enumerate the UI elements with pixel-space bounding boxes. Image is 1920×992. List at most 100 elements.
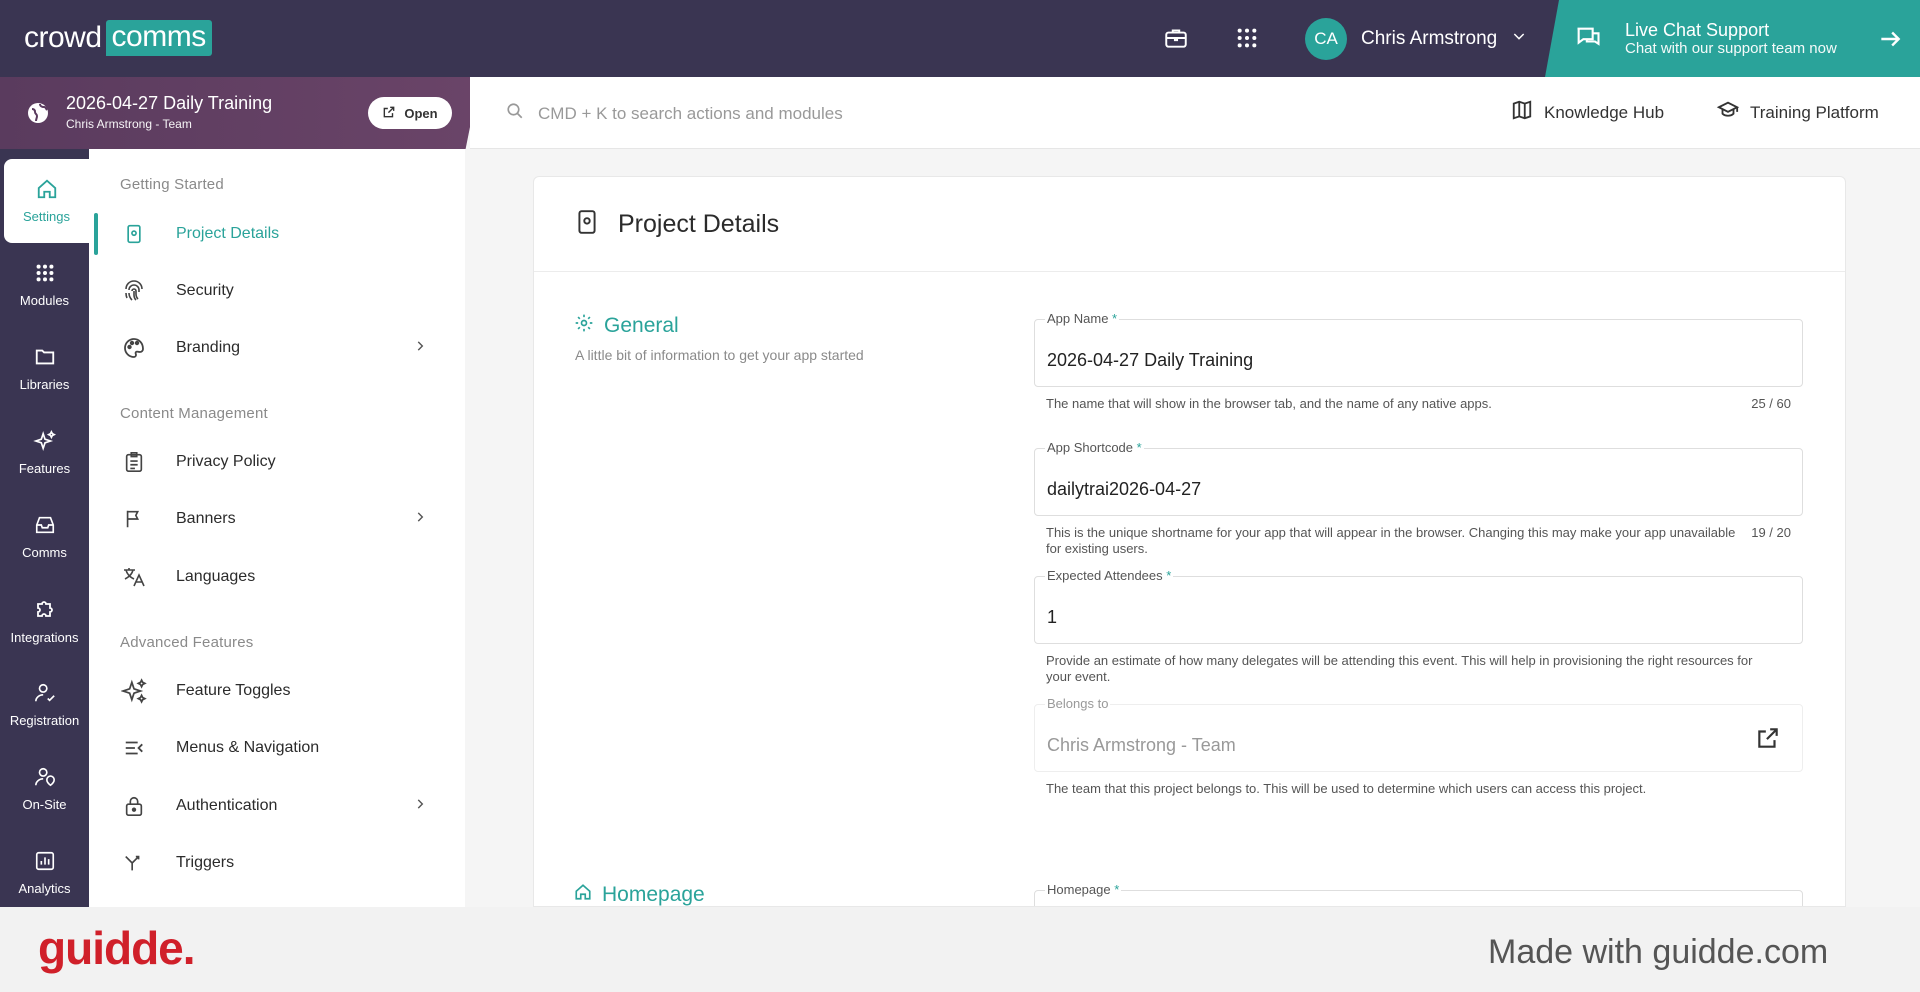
training-platform-label: Training Platform xyxy=(1750,102,1879,122)
nav-label: Modules xyxy=(19,293,70,308)
section-getting-started: Getting Started xyxy=(120,176,224,193)
expected-attendees-help: Provide an estimate of how many delegate… xyxy=(1046,653,1753,684)
page-title: Project Details xyxy=(618,209,780,238)
nav-label: Registration xyxy=(9,713,80,728)
knowledge-hub-label: Knowledge Hub xyxy=(1544,102,1665,122)
project-header: 2026-04-27 Daily Training Chris Armstron… xyxy=(0,77,480,149)
field-label: Belongs to xyxy=(1045,696,1111,711)
live-chat-subtitle: Chat with our support team now xyxy=(1625,40,1837,58)
user-check-icon xyxy=(33,682,57,707)
homepage-field[interactable]: Homepage * xyxy=(1034,882,1803,906)
app-name-field[interactable]: App Name * 2026-04-27 Daily Training xyxy=(1034,311,1803,387)
expected-attendees-field[interactable]: Expected Attendees * 1 xyxy=(1034,568,1803,644)
submenu-item-authentication[interactable]: Authentication xyxy=(89,781,465,831)
nav-label: Features xyxy=(18,461,71,476)
live-chat-title: Live Chat Support xyxy=(1625,19,1770,40)
sparkle-icon xyxy=(32,429,57,455)
project-details-card: Project Details General A little bit of … xyxy=(533,176,1846,907)
submenu-item-menus-navigation[interactable]: Menus & Navigation xyxy=(89,723,465,773)
home-icon xyxy=(574,883,592,906)
belongs-to-help: The team that this project belongs to. T… xyxy=(1046,781,1647,796)
fingerprint-icon xyxy=(121,278,147,304)
submenu-label: Feature Toggles xyxy=(176,682,291,699)
palette-icon xyxy=(121,335,147,361)
nav-features[interactable]: Features xyxy=(0,411,89,495)
guidde-logo: guidde. xyxy=(38,922,196,974)
app-name-counter: 25 / 60 xyxy=(1751,396,1791,411)
user-name: Chris Armstrong xyxy=(1361,28,1498,49)
expected-attendees-input[interactable]: 1 xyxy=(1047,607,1057,628)
chat-icon xyxy=(1573,24,1603,57)
chevron-down-icon xyxy=(1511,28,1527,50)
chevron-right-icon xyxy=(413,510,427,529)
training-platform-link[interactable]: Training Platform xyxy=(1716,99,1879,126)
search-placeholder: CMD + K to search actions and modules xyxy=(538,103,843,123)
phone-settings-icon xyxy=(574,206,600,243)
submenu-item-project-details[interactable]: Project Details xyxy=(89,209,465,259)
menu-icon xyxy=(121,735,147,761)
section-advanced-features: Advanced Features xyxy=(120,634,254,651)
app-name-help: The name that will show in the browser t… xyxy=(1046,396,1492,411)
submenu-label: Project Details xyxy=(176,225,280,242)
map-icon xyxy=(1510,99,1534,126)
folder-icon xyxy=(34,346,56,371)
nav-comms[interactable]: Comms xyxy=(0,495,89,579)
nav-registration[interactable]: Registration xyxy=(0,663,89,747)
nav-libraries[interactable]: Libraries xyxy=(0,327,89,411)
flag-icon xyxy=(121,506,147,532)
search-bar: CMD + K to search actions and modules Kn… xyxy=(470,77,1920,149)
settings-submenu: Getting Started Project Details Security… xyxy=(89,149,465,907)
submenu-label: Menus & Navigation xyxy=(176,739,320,756)
submenu-item-branding[interactable]: Branding xyxy=(89,323,465,373)
open-project-button[interactable]: Open xyxy=(368,97,452,129)
submenu-label: Triggers xyxy=(176,854,235,871)
belongs-to-value: Chris Armstrong - Team xyxy=(1047,735,1236,755)
nav-settings[interactable]: Settings xyxy=(4,159,89,243)
apps-grid-icon[interactable] xyxy=(1231,22,1263,54)
phone-settings-icon xyxy=(121,221,147,247)
knowledge-hub-link[interactable]: Knowledge Hub xyxy=(1510,99,1664,126)
homepage-section-title: Homepage xyxy=(574,883,705,906)
briefcase-icon[interactable] xyxy=(1160,22,1192,54)
split-arrow-icon xyxy=(121,850,147,876)
search-icon xyxy=(506,102,524,125)
submenu-item-security[interactable]: Security xyxy=(89,266,465,316)
user-location-icon xyxy=(33,766,57,791)
external-link-icon[interactable] xyxy=(1755,725,1781,756)
field-label: App Name * xyxy=(1045,311,1120,326)
sparkle-icon xyxy=(121,678,147,704)
nav-label: Analytics xyxy=(18,881,71,896)
graduation-cap-icon xyxy=(1716,99,1740,126)
chevron-right-icon xyxy=(413,797,427,816)
live-chat-support-button[interactable]: Live Chat Support Chat with our support … xyxy=(1545,0,1920,77)
homepage-title-text: Homepage xyxy=(602,883,705,906)
general-section-title: General xyxy=(574,313,679,339)
nav-on-site[interactable]: On-Site xyxy=(0,747,89,831)
submenu-item-languages[interactable]: Languages xyxy=(89,552,465,602)
crowdcomms-logo[interactable]: crowd comms xyxy=(24,20,212,56)
nav-analytics[interactable]: Analytics xyxy=(0,831,89,915)
submenu-item-privacy-policy[interactable]: Privacy Policy xyxy=(89,437,465,487)
app-shortcode-field[interactable]: App Shortcode * dailytrai2026-04-27 xyxy=(1034,440,1803,516)
general-title-text: General xyxy=(604,314,679,337)
submenu-item-triggers[interactable]: Triggers xyxy=(89,838,465,888)
inbox-icon xyxy=(33,514,57,539)
translate-icon xyxy=(121,564,147,590)
belongs-to-field: Belongs to Chris Armstrong - Team xyxy=(1034,696,1803,772)
submenu-item-banners[interactable]: Banners xyxy=(89,494,465,544)
clipboard-icon xyxy=(121,449,147,475)
user-menu[interactable]: CA Chris Armstrong xyxy=(1305,18,1527,60)
nav-modules[interactable]: Modules xyxy=(0,243,89,327)
app-name-input[interactable]: 2026-04-27 Daily Training xyxy=(1047,350,1253,371)
guidde-footer: guidde. Made with guidde.com xyxy=(0,907,1920,992)
app-shortcode-help: This is the unique shortname for your ap… xyxy=(1046,525,1736,556)
nav-integrations[interactable]: Integrations xyxy=(0,579,89,663)
chart-icon xyxy=(34,850,56,875)
submenu-label: Branding xyxy=(176,339,241,356)
submenu-label: Banners xyxy=(176,510,236,527)
home-icon xyxy=(36,178,58,203)
search-input[interactable]: CMD + K to search actions and modules xyxy=(506,102,843,125)
submenu-label: Languages xyxy=(176,568,256,585)
app-shortcode-input[interactable]: dailytrai2026-04-27 xyxy=(1047,479,1201,500)
submenu-item-feature-toggles[interactable]: Feature Toggles xyxy=(89,666,465,716)
